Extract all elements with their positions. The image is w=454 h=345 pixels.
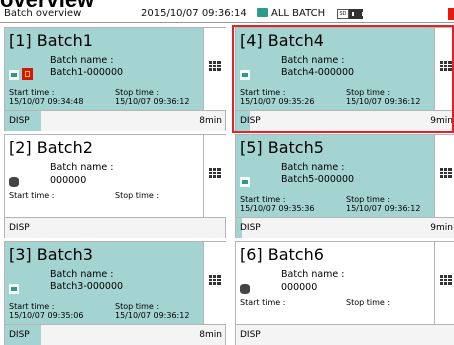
batch-group-icon <box>257 8 268 17</box>
batch-name-value: 000000 <box>50 175 87 186</box>
batch-title: [5] Batch5 <box>240 138 324 157</box>
start-time-label: Start time : <box>9 88 55 97</box>
panel-menu-button[interactable] <box>203 135 227 217</box>
grid-icon <box>440 275 452 285</box>
stop-time-value: 15/10/07 09:36:12 <box>346 97 421 106</box>
batch-panel-body[interactable]: [2] Batch2 Batch name : 000000 Start tim… <box>5 135 203 217</box>
start-time-value: 15/10/07 09:35:06 <box>9 311 84 320</box>
panel-menu-button[interactable] <box>203 28 227 110</box>
panel-menu-button[interactable] <box>434 242 454 324</box>
batch-running-icon <box>240 70 250 80</box>
stop-time-value: 15/10/07 09:36:12 <box>346 204 421 213</box>
panel-footer: DISP <box>236 324 454 345</box>
disp-button[interactable]: DISP <box>9 325 30 345</box>
panel-footer: DISP 8min <box>5 324 225 345</box>
sd-card-icon: SD <box>337 9 349 19</box>
batch-panel-1[interactable]: [1] Batch1 Batch name : Batch1-000000 St… <box>4 27 227 131</box>
batch-name-value: Batch3-000000 <box>50 281 124 292</box>
batch-panel-body[interactable]: [4] Batch4 Batch name : Batch4-000000 St… <box>236 28 434 110</box>
batch-panel-4[interactable]: [4] Batch4 Batch name : Batch4-000000 St… <box>235 27 454 131</box>
batch-name-label: Batch name : <box>281 269 345 280</box>
panel-menu-button[interactable] <box>434 28 454 110</box>
batch-idle-icon <box>9 177 19 187</box>
batch-name-label: Batch name : <box>281 162 345 173</box>
batch-name-label: Batch name : <box>50 269 114 280</box>
batch-title: [6] Batch6 <box>240 245 324 264</box>
batch-name-value: 000000 <box>281 282 318 293</box>
batch-panel-2[interactable]: [2] Batch2 Batch name : 000000 Start tim… <box>4 134 227 238</box>
start-time-value: 15/10/07 09:35:26 <box>240 97 315 106</box>
stop-time-label: Stop time : <box>346 195 391 204</box>
start-time-value: 15/10/07 09:34:48 <box>9 97 84 106</box>
grid-icon <box>440 168 452 178</box>
batch-running-icon <box>9 70 19 80</box>
panel-footer: DISP 9min <box>236 110 454 131</box>
batch-name-label: Batch name : <box>50 162 114 173</box>
batch-idle-icon <box>240 284 250 294</box>
batch-title: [2] Batch2 <box>9 138 93 157</box>
alarm-icon <box>22 68 33 80</box>
batch-panel-body[interactable]: [3] Batch3 Batch name : Batch3-000000 St… <box>5 242 203 324</box>
start-time-label: Start time : <box>9 302 55 311</box>
stop-time-label: Stop time : <box>346 88 391 97</box>
panel-footer: DISP <box>5 217 225 238</box>
disp-button[interactable]: DISP <box>9 111 30 131</box>
network-icon <box>349 9 364 19</box>
batch-name-label: Batch name : <box>50 55 114 66</box>
panel-menu-button[interactable] <box>434 135 454 217</box>
batch-panel-body[interactable]: [6] Batch6 Batch name : 000000 Start tim… <box>236 242 434 324</box>
duration: 8min <box>199 330 222 340</box>
batch-title: [3] Batch3 <box>9 245 93 264</box>
start-time-label: Start time : <box>9 191 55 200</box>
batch-name-value: Batch4-000000 <box>281 67 355 78</box>
batch-panel-6[interactable]: [6] Batch6 Batch name : 000000 Start tim… <box>235 241 454 345</box>
stop-time-label: Stop time : <box>115 191 160 200</box>
grid-icon <box>209 275 221 285</box>
disp-button[interactable]: DISP <box>240 325 261 345</box>
batch-name-value: Batch5-000000 <box>281 174 355 185</box>
batch-panel-5[interactable]: [5] Batch5 Batch name : Batch5-000000 St… <box>235 134 454 238</box>
disp-button[interactable]: DISP <box>9 218 30 238</box>
disp-button[interactable]: DISP <box>240 111 261 131</box>
stop-time-value: 15/10/07 09:36:12 <box>115 311 190 320</box>
batch-panel-body[interactable]: [1] Batch1 Batch name : Batch1-000000 St… <box>5 28 203 110</box>
disp-button[interactable]: DISP <box>240 218 261 238</box>
group-label: ALL BATCH <box>271 8 326 19</box>
duration: 9min <box>430 116 453 126</box>
stop-time-label: Stop time : <box>346 298 391 307</box>
batch-running-icon <box>240 177 250 187</box>
panel-footer: DISP 9min <box>236 217 454 238</box>
duration: 8min <box>199 116 222 126</box>
page-heading: overview <box>0 0 94 11</box>
panel-footer: DISP 8min <box>5 110 225 131</box>
batch-panel-3[interactable]: [3] Batch3 Batch name : Batch3-000000 St… <box>4 241 227 345</box>
grid-icon <box>209 168 221 178</box>
start-time-label: Start time : <box>240 88 286 97</box>
batch-name-label: Batch name : <box>281 55 345 66</box>
batch-title: [1] Batch1 <box>9 31 93 50</box>
start-time-label: Start time : <box>240 195 286 204</box>
batch-name-value: Batch1-000000 <box>50 67 124 78</box>
stop-time-label: Stop time : <box>115 88 160 97</box>
grid-icon <box>440 61 452 71</box>
batch-panel-body[interactable]: [5] Batch5 Batch name : Batch5-000000 St… <box>236 135 434 217</box>
stop-time-value: 15/10/07 09:36:12 <box>115 97 190 106</box>
start-time-value: 15/10/07 09:35:36 <box>240 204 315 213</box>
grid-icon <box>209 61 221 71</box>
batch-running-icon <box>9 284 19 294</box>
duration: 9min <box>430 223 453 233</box>
start-time-label: Start time : <box>240 298 286 307</box>
group-selector[interactable]: ALL BATCH <box>257 6 325 22</box>
datetime: 2015/10/07 09:36:14 <box>141 8 247 19</box>
panel-menu-button[interactable] <box>203 242 227 324</box>
stop-time-label: Stop time : <box>115 302 160 311</box>
batch-title: [4] Batch4 <box>240 31 324 50</box>
alarm-indicator-icon[interactable] <box>448 8 454 20</box>
